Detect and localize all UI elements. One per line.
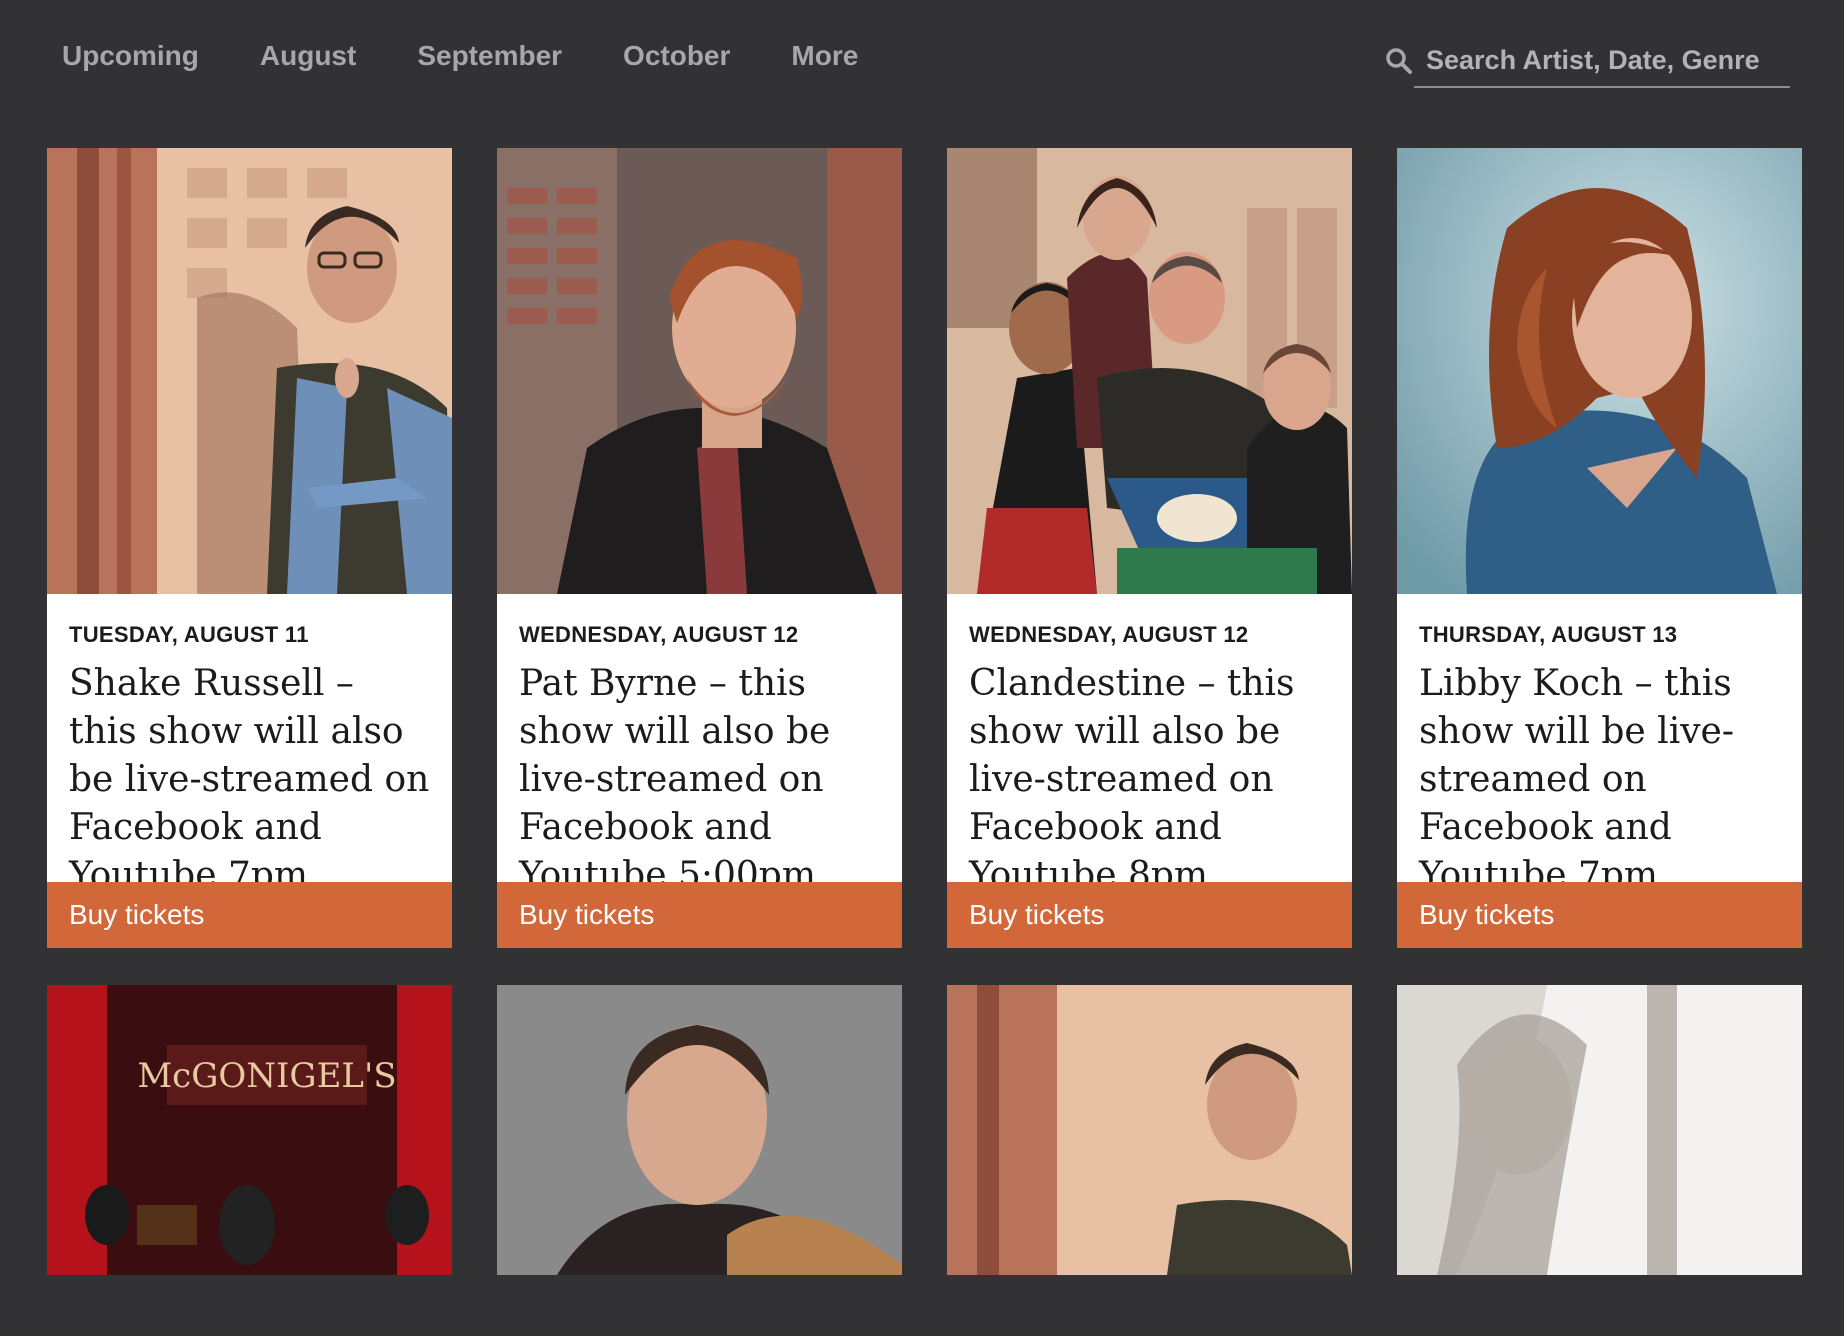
- search-icon[interactable]: [1384, 46, 1414, 76]
- event-photo[interactable]: [497, 985, 902, 1275]
- event-card: [497, 985, 902, 1275]
- event-title[interactable]: Shake Russell – this show will also be l…: [69, 660, 430, 900]
- event-card: [947, 985, 1352, 1275]
- nav-item-more[interactable]: More: [791, 40, 858, 72]
- event-date: WEDNESDAY, AUGUST 12: [969, 622, 1249, 647]
- buy-tickets-button[interactable]: Buy tickets: [47, 882, 452, 948]
- event-photo[interactable]: [497, 148, 902, 594]
- search-input[interactable]: [1414, 34, 1790, 88]
- event-info: THURSDAY, AUGUST 13 Libby Koch – this sh…: [1397, 594, 1802, 948]
- venue-sign-text: McGONIGEL'S: [137, 1056, 396, 1096]
- event-title[interactable]: Libby Koch – this show will be live-stre…: [1419, 660, 1780, 900]
- event-card: WEDNESDAY, AUGUST 12 Clandestine – this …: [947, 148, 1352, 948]
- nav-item-october[interactable]: October: [623, 40, 730, 72]
- event-card: TUESDAY, AUGUST 11 Shake Russell – this …: [47, 148, 452, 948]
- event-date: WEDNESDAY, AUGUST 12: [519, 622, 799, 647]
- search-box: [1384, 34, 1790, 90]
- buy-tickets-button[interactable]: Buy tickets: [947, 882, 1352, 948]
- event-date: THURSDAY, AUGUST 13: [1419, 622, 1678, 647]
- nav-item-upcoming[interactable]: Upcoming: [62, 40, 199, 72]
- event-title[interactable]: Pat Byrne – this show will also be live-…: [519, 660, 880, 900]
- event-title[interactable]: Clandestine – this show will also be liv…: [969, 660, 1330, 900]
- month-nav: Upcoming August September October More: [62, 40, 919, 72]
- event-date: TUESDAY, AUGUST 11: [69, 622, 309, 647]
- event-photo[interactable]: McGONIGEL'S: [47, 985, 452, 1275]
- event-card: THURSDAY, AUGUST 13 Libby Koch – this sh…: [1397, 148, 1802, 948]
- nav-item-september[interactable]: September: [417, 40, 562, 72]
- event-info: TUESDAY, AUGUST 11 Shake Russell – this …: [47, 594, 452, 948]
- nav-item-august[interactable]: August: [260, 40, 356, 72]
- buy-tickets-button[interactable]: Buy tickets: [1397, 882, 1802, 948]
- event-photo[interactable]: [947, 148, 1352, 594]
- event-card: WEDNESDAY, AUGUST 12 Pat Byrne – this sh…: [497, 148, 902, 948]
- event-photo[interactable]: [1397, 985, 1802, 1275]
- event-photo[interactable]: [47, 148, 452, 594]
- top-navigation-bar: Upcoming August September October More: [0, 0, 1844, 120]
- buy-tickets-button[interactable]: Buy tickets: [497, 882, 902, 948]
- event-info: WEDNESDAY, AUGUST 12 Clandestine – this …: [947, 594, 1352, 948]
- events-grid: TUESDAY, AUGUST 11 Shake Russell – this …: [47, 148, 1802, 1275]
- event-photo[interactable]: [947, 985, 1352, 1275]
- event-info: WEDNESDAY, AUGUST 12 Pat Byrne – this sh…: [497, 594, 902, 948]
- event-card: McGONIGEL'S: [47, 985, 452, 1275]
- event-card: [1397, 985, 1802, 1275]
- event-photo[interactable]: [1397, 148, 1802, 594]
